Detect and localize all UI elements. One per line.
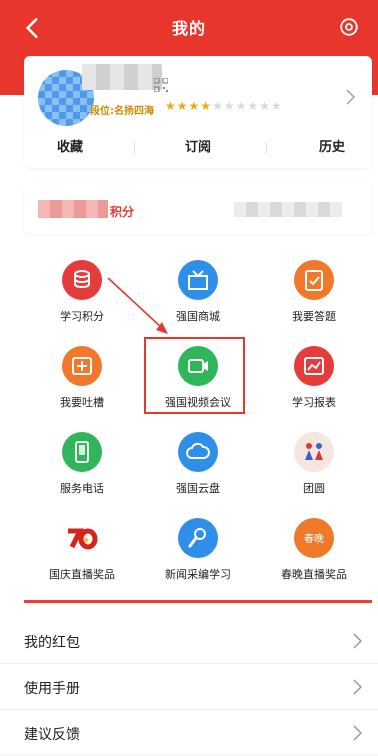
tab-divider [266, 142, 267, 154]
feature-label: 国庆直播奖品 [49, 568, 115, 581]
feature-label: 春晚直播奖品 [281, 568, 347, 581]
points-label: 积分 [110, 205, 135, 219]
quiz-icon [294, 260, 334, 300]
tab-divider [134, 142, 135, 154]
menu-feedback[interactable]: 建议反馈 [0, 710, 378, 756]
feature-study-report[interactable]: 学习报表 [256, 338, 372, 409]
menu-red-envelope[interactable]: 我的红包 [0, 618, 378, 664]
feature-reunion[interactable]: 团圆 [256, 424, 372, 495]
feature-label: 强国云盘 [176, 482, 220, 495]
tab-history[interactable]: 历史 [292, 136, 372, 155]
star-filled-icon: ★ [200, 99, 213, 113]
username-blurred [82, 64, 162, 90]
feature-quiz[interactable]: 我要答题 [256, 252, 372, 323]
chevron-right-icon [353, 679, 362, 695]
feature-label: 新闻采编学习 [165, 568, 231, 581]
star-empty-icon: ★ [247, 99, 260, 113]
annotation-highlight-box [144, 337, 245, 414]
profile-tabs: 收藏 订阅 历史 [24, 136, 372, 160]
user-rank: 段位:名扬四海 [90, 106, 154, 117]
points-card[interactable]: 积分 [24, 182, 372, 234]
feature-label: 我要吐槽 [60, 396, 104, 409]
menu-label: 我的红包 [24, 635, 80, 651]
chevron-right-icon[interactable] [344, 88, 356, 106]
profile-card[interactable]: 段位:名扬四海 ★★★★★★★★★★ 收藏 订阅 历史 [24, 56, 372, 168]
feature-spring-gala-prizes[interactable]: 春晚 春晚直播奖品 [256, 510, 372, 581]
star-empty-icon: ★ [235, 99, 248, 113]
feature-cloud-drive[interactable]: 强国云盘 [140, 424, 256, 495]
chevron-right-icon [353, 633, 362, 649]
rating-stars: ★★★★★★★★★★ [165, 99, 283, 113]
settings-gear-icon[interactable] [338, 16, 360, 38]
feature-label: 团圆 [303, 482, 325, 495]
coins-icon [62, 260, 102, 300]
star-filled-icon: ★ [188, 99, 201, 113]
feature-service-phone[interactable]: 服务电话 [24, 424, 140, 495]
star-empty-icon: ★ [259, 99, 271, 113]
tab-subscriptions[interactable]: 订阅 [158, 136, 238, 155]
chevron-right-icon [353, 725, 362, 741]
feature-feedback[interactable]: 我要吐槽 [24, 338, 140, 409]
feature-label: 服务电话 [60, 482, 104, 495]
national-day-70-icon [62, 518, 102, 558]
star-filled-icon: ★ [165, 99, 177, 113]
menu-label: 使用手册 [24, 681, 80, 697]
page-title: 我的 [171, 19, 206, 38]
star-empty-icon: ★ [223, 99, 236, 113]
report-icon [294, 346, 334, 386]
spring-gala-badge: 春晚 [304, 533, 324, 545]
points-info-blurred [234, 202, 342, 217]
star-empty-icon: ★ [212, 99, 224, 113]
cloud-icon [178, 432, 218, 472]
feature-label: 我要答题 [292, 310, 336, 323]
shop-icon [178, 260, 218, 300]
points-value-blurred [38, 200, 108, 218]
annotation-arrow [107, 277, 168, 334]
feature-grid: 学习积分 强国商城 我要答题 我要吐槽 强国视频会议 学习报表 服务电话 强国云… [24, 252, 372, 582]
reunion-icon [294, 432, 334, 472]
tab-favorites[interactable]: 收藏 [30, 136, 110, 155]
phone-icon [62, 432, 102, 472]
top-nav-bar: 我的 [0, 0, 378, 56]
microphone-icon [178, 518, 218, 558]
star-filled-icon: ★ [176, 99, 189, 113]
qr-code-icon[interactable] [154, 78, 168, 92]
star-empty-icon: ★ [270, 99, 283, 113]
feature-label: 学习报表 [292, 396, 336, 409]
menu-label: 建议反馈 [24, 727, 80, 743]
section-divider [24, 600, 372, 603]
feedback-box-icon [62, 346, 102, 386]
feature-national-day-prizes[interactable]: 国庆直播奖品 [24, 510, 140, 581]
feature-news-editing[interactable]: 新闻采编学习 [140, 510, 256, 581]
spring-gala-icon: 春晚 [294, 518, 334, 558]
menu-user-manual[interactable]: 使用手册 [0, 664, 378, 710]
